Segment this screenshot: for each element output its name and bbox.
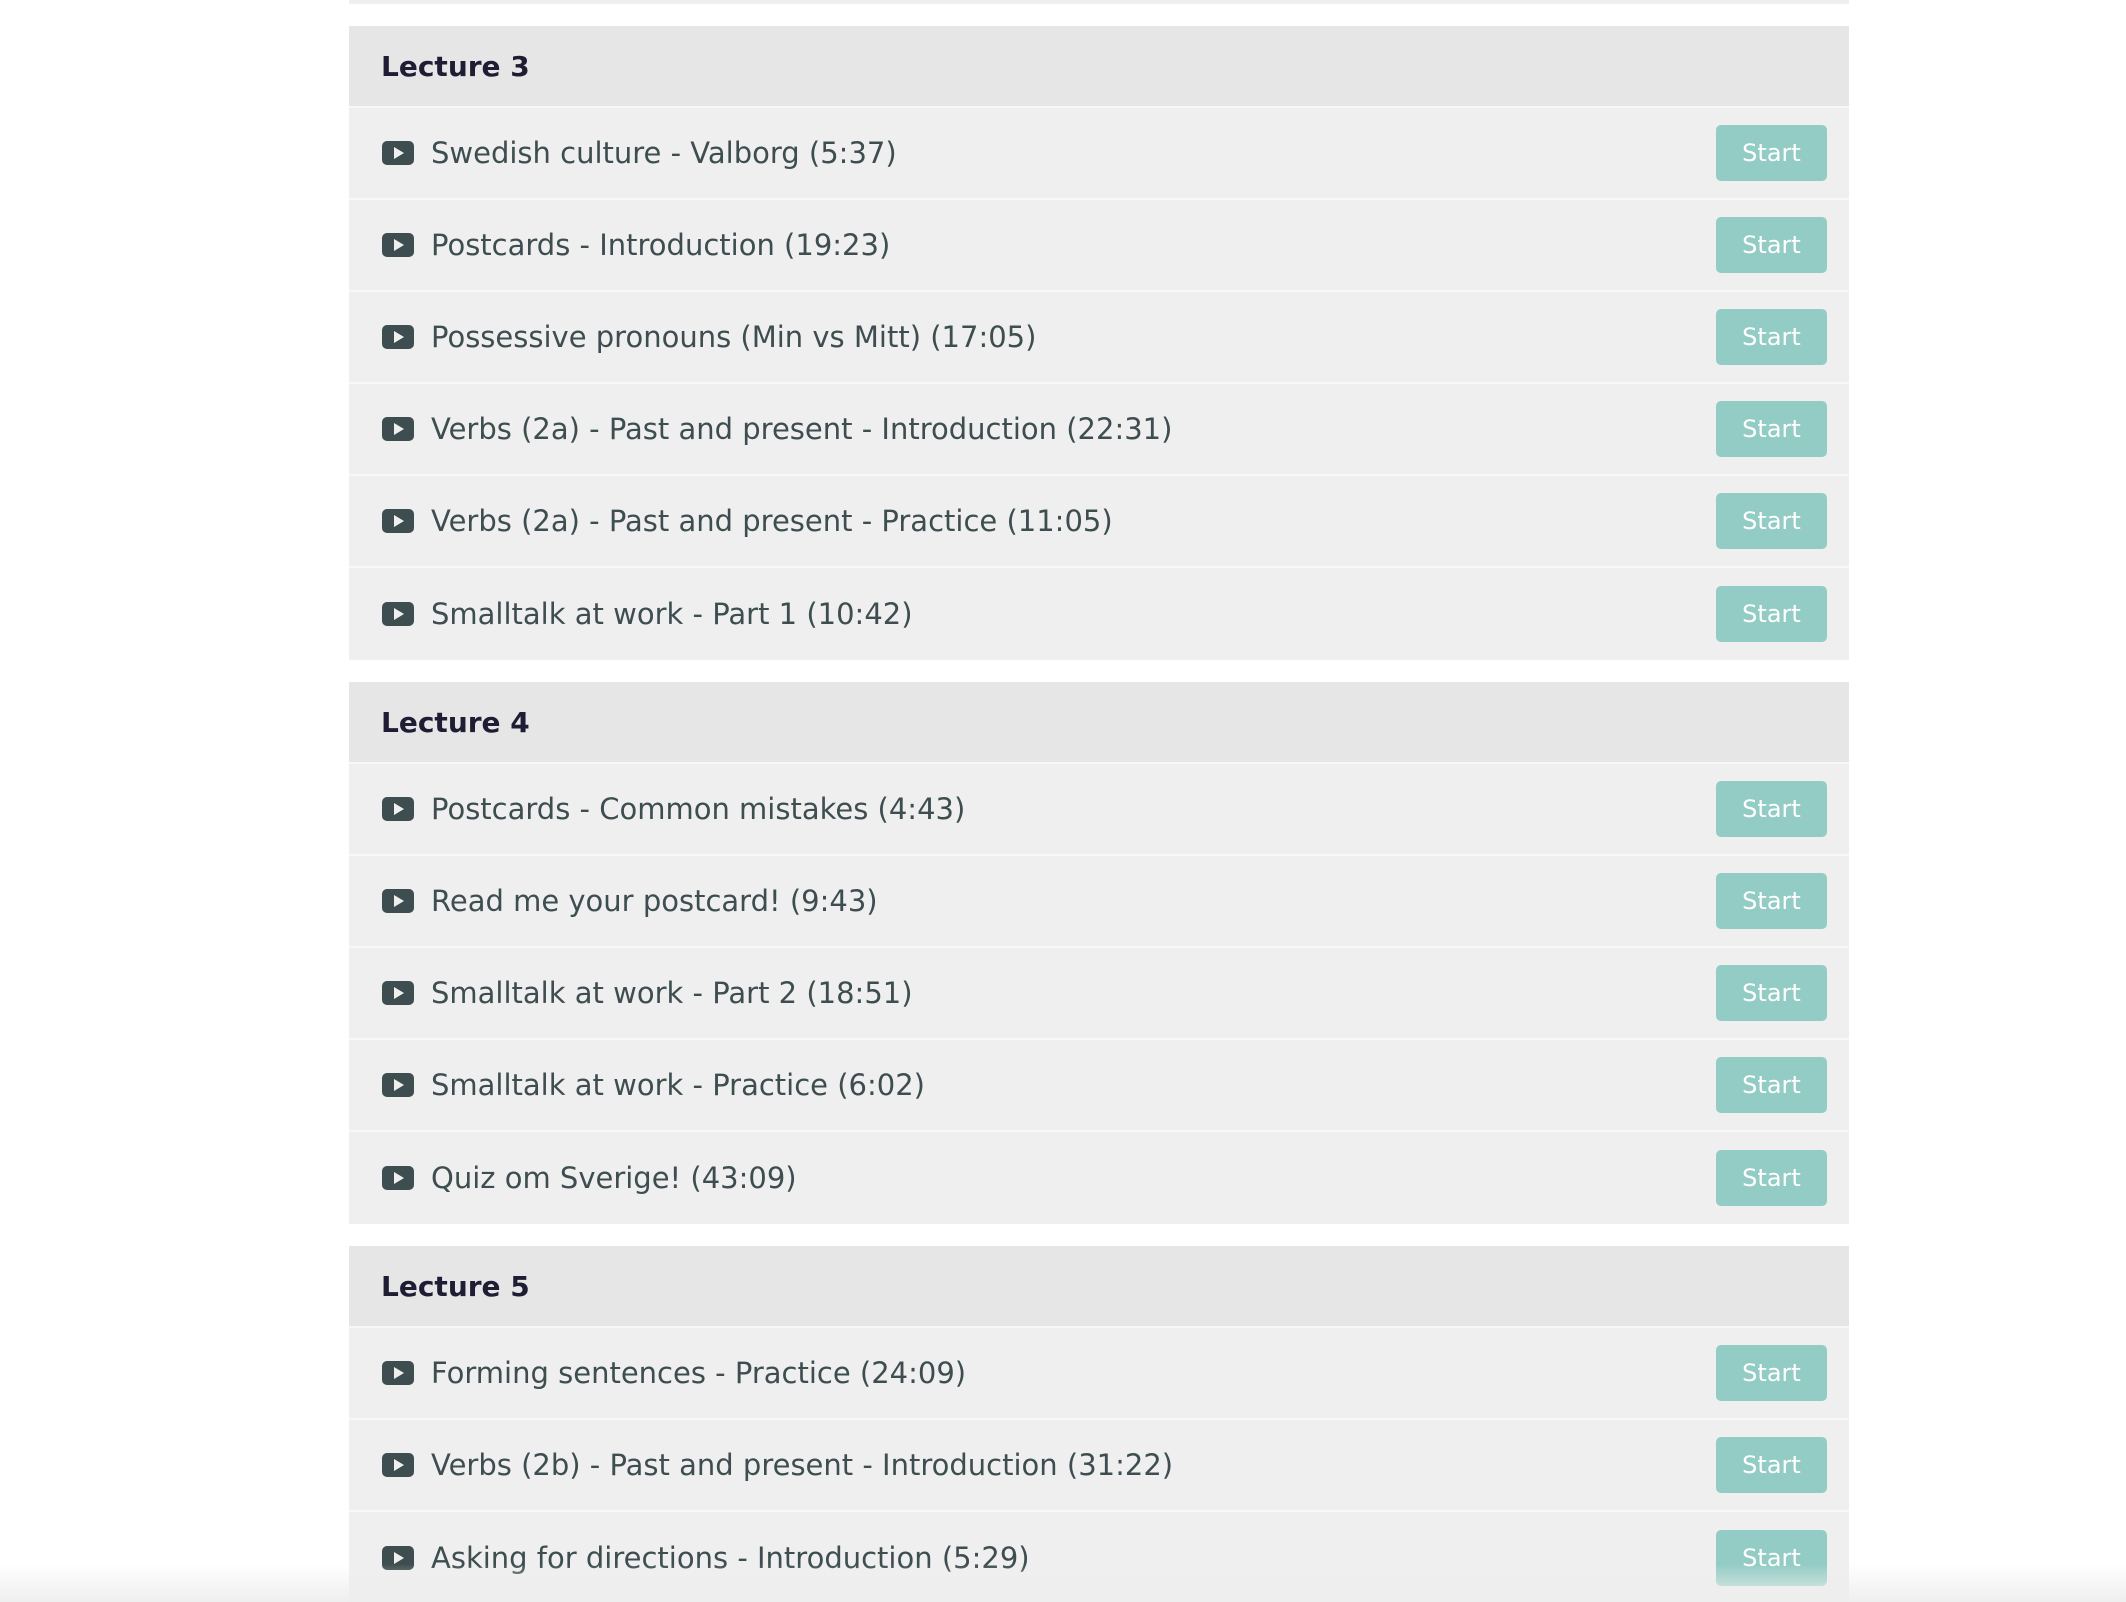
lecture-item[interactable]: Read me your postcard! (9:43) Start	[349, 856, 1849, 948]
play-video-icon	[382, 1073, 414, 1097]
start-button[interactable]: Start	[1716, 217, 1827, 273]
lecture-section: Lecture 5 Forming sentences - Practice (…	[349, 1246, 1849, 1602]
lecture-item-title[interactable]: Postcards - Introduction (19:23)	[431, 228, 1716, 262]
lecture-item[interactable]: Verbs (2b) - Past and present - Introduc…	[349, 1420, 1849, 1512]
section-header: Lecture 4	[349, 682, 1849, 764]
lecture-section: Lecture 3 Swedish culture - Valborg (5:3…	[349, 26, 1849, 660]
previous-section-edge	[349, 0, 1849, 4]
start-button[interactable]: Start	[1716, 493, 1827, 549]
lecture-item[interactable]: Postcards - Introduction (19:23) Start	[349, 200, 1849, 292]
lecture-item-title[interactable]: Possessive pronouns (Min vs Mitt) (17:05…	[431, 320, 1716, 354]
course-curriculum-page: Lecture 3 Swedish culture - Valborg (5:3…	[0, 0, 2126, 1602]
lecture-item[interactable]: Postcards - Common mistakes (4:43) Start	[349, 764, 1849, 856]
section-header: Lecture 3	[349, 26, 1849, 108]
play-video-icon	[382, 1166, 414, 1190]
play-video-icon	[382, 1453, 414, 1477]
play-video-icon	[382, 233, 414, 257]
lecture-section: Lecture 4 Postcards - Common mistakes (4…	[349, 682, 1849, 1224]
lecture-item-title[interactable]: Swedish culture - Valborg (5:37)	[431, 136, 1716, 170]
lecture-item[interactable]: Verbs (2a) - Past and present - Introduc…	[349, 384, 1849, 476]
lecture-item[interactable]: Smalltalk at work - Part 2 (18:51) Start	[349, 948, 1849, 1040]
start-button[interactable]: Start	[1716, 586, 1827, 642]
start-button[interactable]: Start	[1716, 965, 1827, 1021]
lecture-item-title[interactable]: Verbs (2a) - Past and present - Introduc…	[431, 412, 1716, 446]
lecture-item[interactable]: Possessive pronouns (Min vs Mitt) (17:05…	[349, 292, 1849, 384]
start-button[interactable]: Start	[1716, 125, 1827, 181]
section-title: Lecture 5	[381, 1269, 530, 1303]
lecture-item-title[interactable]: Smalltalk at work - Practice (6:02)	[431, 1068, 1716, 1102]
start-button[interactable]: Start	[1716, 1437, 1827, 1493]
lecture-item-title[interactable]: Read me your postcard! (9:43)	[431, 884, 1716, 918]
lecture-item[interactable]: Verbs (2a) - Past and present - Practice…	[349, 476, 1849, 568]
lecture-item-title[interactable]: Smalltalk at work - Part 1 (10:42)	[431, 597, 1716, 631]
start-button[interactable]: Start	[1716, 781, 1827, 837]
lecture-item-title[interactable]: Postcards - Common mistakes (4:43)	[431, 792, 1716, 826]
lecture-item-title[interactable]: Quiz om Sverige! (43:09)	[431, 1161, 1716, 1195]
lecture-item[interactable]: Forming sentences - Practice (24:09) Sta…	[349, 1328, 1849, 1420]
section-title: Lecture 3	[381, 49, 530, 83]
lecture-item-title[interactable]: Verbs (2a) - Past and present - Practice…	[431, 504, 1716, 538]
start-button[interactable]: Start	[1716, 1150, 1827, 1206]
lecture-item-title[interactable]: Smalltalk at work - Part 2 (18:51)	[431, 976, 1716, 1010]
play-video-icon	[382, 1361, 414, 1385]
lecture-item[interactable]: Quiz om Sverige! (43:09) Start	[349, 1132, 1849, 1224]
start-button[interactable]: Start	[1716, 1345, 1827, 1401]
section-title: Lecture 4	[381, 705, 530, 739]
play-video-icon	[382, 141, 414, 165]
play-video-icon	[382, 1546, 414, 1570]
curriculum-column: Lecture 3 Swedish culture - Valborg (5:3…	[349, 0, 1849, 1602]
section-header: Lecture 5	[349, 1246, 1849, 1328]
lecture-item-title[interactable]: Asking for directions - Introduction (5:…	[431, 1541, 1716, 1575]
lecture-item-title[interactable]: Verbs (2b) - Past and present - Introduc…	[431, 1448, 1716, 1482]
start-button[interactable]: Start	[1716, 401, 1827, 457]
play-video-icon	[382, 889, 414, 913]
play-video-icon	[382, 509, 414, 533]
play-video-icon	[382, 797, 414, 821]
play-video-icon	[382, 325, 414, 349]
play-video-icon	[382, 417, 414, 441]
lecture-item[interactable]: Asking for directions - Introduction (5:…	[349, 1512, 1849, 1602]
lecture-item[interactable]: Smalltalk at work - Practice (6:02) Star…	[349, 1040, 1849, 1132]
lecture-item[interactable]: Swedish culture - Valborg (5:37) Start	[349, 108, 1849, 200]
play-video-icon	[382, 981, 414, 1005]
start-button[interactable]: Start	[1716, 1530, 1827, 1586]
lecture-item-title[interactable]: Forming sentences - Practice (24:09)	[431, 1356, 1716, 1390]
start-button[interactable]: Start	[1716, 309, 1827, 365]
start-button[interactable]: Start	[1716, 1057, 1827, 1113]
lecture-item[interactable]: Smalltalk at work - Part 1 (10:42) Start	[349, 568, 1849, 660]
play-video-icon	[382, 602, 414, 626]
start-button[interactable]: Start	[1716, 873, 1827, 929]
